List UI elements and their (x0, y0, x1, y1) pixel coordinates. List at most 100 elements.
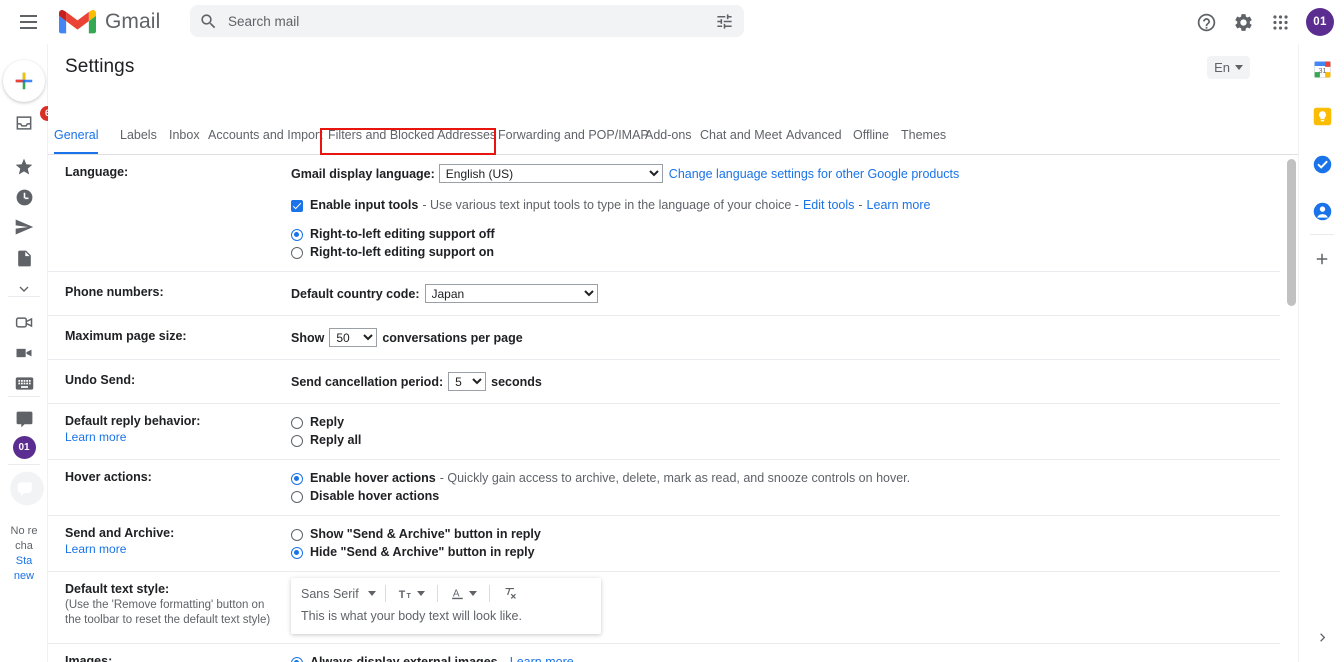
send-archive-learn-more-link[interactable]: Learn more (65, 541, 283, 557)
tab-chat-and-meet[interactable]: Chat and Meet (700, 127, 782, 154)
sidebar-item-more[interactable] (0, 276, 48, 302)
settings-panel: Settings En General Labels Inbox Account… (48, 44, 1298, 662)
sidebar-item-keyboard[interactable] (0, 370, 48, 396)
google-calendar-icon: 31 (1313, 60, 1331, 78)
hide-send-archive-label: Hide "Send & Archive" button in reply (310, 545, 535, 559)
reply-all-radio[interactable] (291, 434, 303, 447)
gear-icon[interactable] (1226, 5, 1260, 39)
svg-text:A: A (453, 588, 460, 599)
row-body-language: Gmail display language: English (US) Cha… (291, 164, 1280, 262)
sidebar-item-new-meeting[interactable] (0, 309, 48, 335)
tab-advanced[interactable]: Advanced (786, 127, 842, 154)
svg-text:T: T (406, 592, 411, 600)
reply-all-label: Reply all (310, 433, 362, 447)
chat-empty-link-2[interactable]: new (0, 569, 48, 584)
text-color-icon[interactable]: A (447, 583, 480, 604)
drafts-file-icon (17, 250, 31, 266)
tab-inbox[interactable]: Inbox (169, 127, 200, 154)
sidebar-item-sent[interactable] (0, 214, 48, 240)
always-display-images-radio[interactable] (291, 656, 303, 662)
rail-divider-2 (8, 396, 40, 397)
remove-formatting-icon[interactable] (499, 583, 522, 604)
enable-input-tools-checkbox[interactable] (291, 199, 303, 212)
side-panel-add-addon[interactable] (1299, 242, 1344, 276)
row-body-hover-actions: Enable hover actions - Quickly gain acce… (291, 469, 1280, 506)
tab-offline[interactable]: Offline (853, 127, 889, 154)
country-code-select[interactable]: Japan (424, 284, 598, 303)
font-size-icon[interactable]: T T (395, 583, 428, 604)
sidebar-item-chat[interactable] (0, 406, 48, 432)
rtl-on-radio[interactable] (291, 246, 303, 259)
hamburger-menu-icon[interactable] (8, 2, 48, 42)
reply-behavior-learn-more-link[interactable]: Learn more (65, 429, 283, 445)
tab-filters-and-blocked-addresses[interactable]: Filters and Blocked Addresses (328, 127, 496, 154)
row-label-send-archive: Send and Archive: Learn more (48, 525, 291, 562)
chat-empty-state: No re cha Sta new (0, 464, 48, 584)
input-tools-desc: - Use various text input tools to type i… (422, 198, 799, 212)
reply-radio[interactable] (291, 416, 303, 429)
star-icon (15, 158, 33, 175)
tab-forwarding-and-pop-imap[interactable]: Forwarding and POP/IMAP (498, 127, 649, 154)
sidebar-item-drafts[interactable] (0, 245, 48, 271)
change-language-link[interactable]: Change language settings for other Googl… (669, 165, 959, 183)
compose-plus-icon[interactable] (3, 60, 45, 102)
images-learn-more-link[interactable]: Learn more (510, 654, 574, 662)
settings-content: Language: Gmail display language: Englis… (48, 155, 1280, 662)
tab-labels[interactable]: Labels (120, 127, 157, 154)
images-dash: - (501, 655, 506, 662)
page-title: Settings (65, 56, 135, 77)
sidebar-item-inbox[interactable]: 6 (0, 105, 55, 138)
search-icon[interactable] (190, 5, 226, 37)
tune-options-icon[interactable] (704, 5, 744, 37)
settings-row-send-and-archive: Send and Archive: Learn more Show "Send … (48, 516, 1280, 572)
side-panel-tasks[interactable] (1299, 147, 1344, 181)
tab-accounts-and-import[interactable]: Accounts and Import (208, 127, 323, 154)
avatar-rail-label: 01 (12, 435, 36, 459)
language-chip-label: En (1214, 60, 1230, 75)
help-question-icon[interactable] (1189, 5, 1223, 39)
page-size-suffix: conversations per page (382, 330, 523, 345)
rtl-off-radio[interactable] (291, 228, 303, 241)
gmail-brand[interactable]: Gmail (59, 8, 160, 36)
sidebar-avatar[interactable]: 01 (0, 434, 48, 460)
input-tools-learn-more-link[interactable]: Learn more (867, 197, 931, 214)
enable-hover-actions-radio[interactable] (291, 472, 303, 485)
tab-themes[interactable]: Themes (901, 127, 946, 154)
search-bar[interactable] (190, 5, 744, 37)
display-language-select[interactable]: English (US) (438, 164, 663, 183)
language-selector-chip[interactable]: En (1207, 56, 1250, 79)
rtl-on-label: Right-to-left editing support on (310, 245, 494, 259)
disable-hover-actions-radio[interactable] (291, 490, 303, 503)
google-keep-icon (1313, 107, 1331, 125)
brand-name: Gmail (105, 10, 161, 33)
settings-row-default-text-style: Default text style: (Use the 'Remove for… (48, 572, 1280, 644)
show-send-archive-radio[interactable] (291, 528, 303, 541)
edit-tools-link[interactable]: Edit tools (803, 197, 854, 214)
font-family-value[interactable]: Sans Serif (301, 587, 359, 601)
avatar[interactable]: 01 (1306, 8, 1334, 36)
settings-scrollbar-track[interactable] (1285, 155, 1298, 662)
enable-hover-actions-label: Enable hover actions (310, 471, 436, 485)
chat-empty-link-1[interactable]: Sta (0, 554, 48, 569)
side-panel-keep[interactable] (1299, 99, 1344, 133)
cancellation-period-select[interactable]: 5 (448, 372, 487, 391)
text-style-subtext: (Use the 'Remove formatting' button on t… (65, 599, 271, 626)
side-panel-calendar[interactable]: 31 (1299, 52, 1344, 86)
label-default-text-style: Default text style: (65, 582, 170, 596)
tab-add-ons[interactable]: Add-ons (645, 127, 692, 154)
sidebar-item-starred[interactable] (0, 154, 48, 180)
sidebar-item-snoozed[interactable] (0, 184, 48, 210)
font-family-chevron-down-icon[interactable] (367, 591, 376, 596)
chevron-right-icon (1319, 632, 1325, 642)
sidebar-item-join-meeting[interactable] (0, 340, 48, 366)
tab-general[interactable]: General (54, 127, 99, 154)
search-input[interactable] (226, 6, 704, 36)
page-size-select[interactable]: 50 (329, 328, 378, 347)
expand-side-panel-button[interactable] (1299, 620, 1344, 654)
side-panel-contacts[interactable] (1299, 194, 1344, 228)
row-label-images: Images: (48, 653, 291, 662)
apps-grid-icon[interactable] (1263, 5, 1297, 39)
settings-scrollbar-thumb[interactable] (1287, 159, 1296, 306)
country-code-label: Default country code: (291, 286, 420, 301)
hide-send-archive-radio[interactable] (291, 546, 303, 559)
